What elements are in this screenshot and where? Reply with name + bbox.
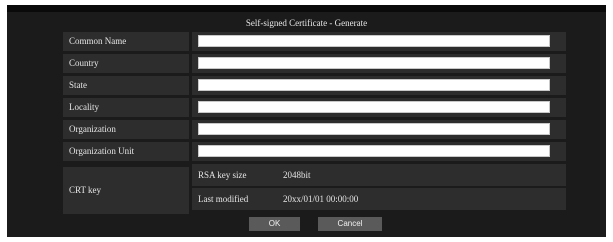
- certificate-dialog: Self-signed Certificate - Generate Commo…: [7, 5, 606, 237]
- common-name-label: Common Name: [63, 32, 189, 51]
- country-input[interactable]: [198, 57, 550, 69]
- state-cell: [192, 76, 566, 95]
- rsa-key-size-value: 2048bit: [283, 170, 311, 180]
- last-modified-value: 20xx/01/01 00:00:00: [283, 194, 359, 204]
- ok-button[interactable]: OK: [249, 217, 300, 231]
- last-modified-label: Last modified: [198, 194, 249, 204]
- common-name-input[interactable]: [198, 35, 550, 47]
- rsa-key-size-row: RSA key size 2048bit: [192, 164, 566, 186]
- locality-cell: [192, 98, 566, 117]
- cancel-button[interactable]: Cancel: [318, 217, 382, 231]
- last-modified-row: Last modified 20xx/01/01 00:00:00: [192, 188, 566, 210]
- locality-label: Locality: [63, 98, 189, 117]
- organization-unit-cell: [192, 142, 566, 161]
- organization-cell: [192, 120, 566, 139]
- organization-unit-label: Organization Unit: [63, 142, 189, 161]
- crt-key-label: CRT key: [63, 167, 189, 214]
- organization-input[interactable]: [198, 123, 550, 135]
- state-input[interactable]: [198, 79, 550, 91]
- country-label: Country: [63, 54, 189, 73]
- dialog-title: Self-signed Certificate - Generate: [245, 18, 368, 28]
- common-name-cell: [192, 32, 566, 51]
- organization-unit-input[interactable]: [198, 145, 550, 157]
- rsa-key-size-label: RSA key size: [198, 170, 247, 180]
- country-cell: [192, 54, 566, 73]
- organization-label: Organization: [63, 120, 189, 139]
- state-label: State: [63, 76, 189, 95]
- locality-input[interactable]: [198, 101, 550, 113]
- dialog-top-bar: [7, 5, 606, 12]
